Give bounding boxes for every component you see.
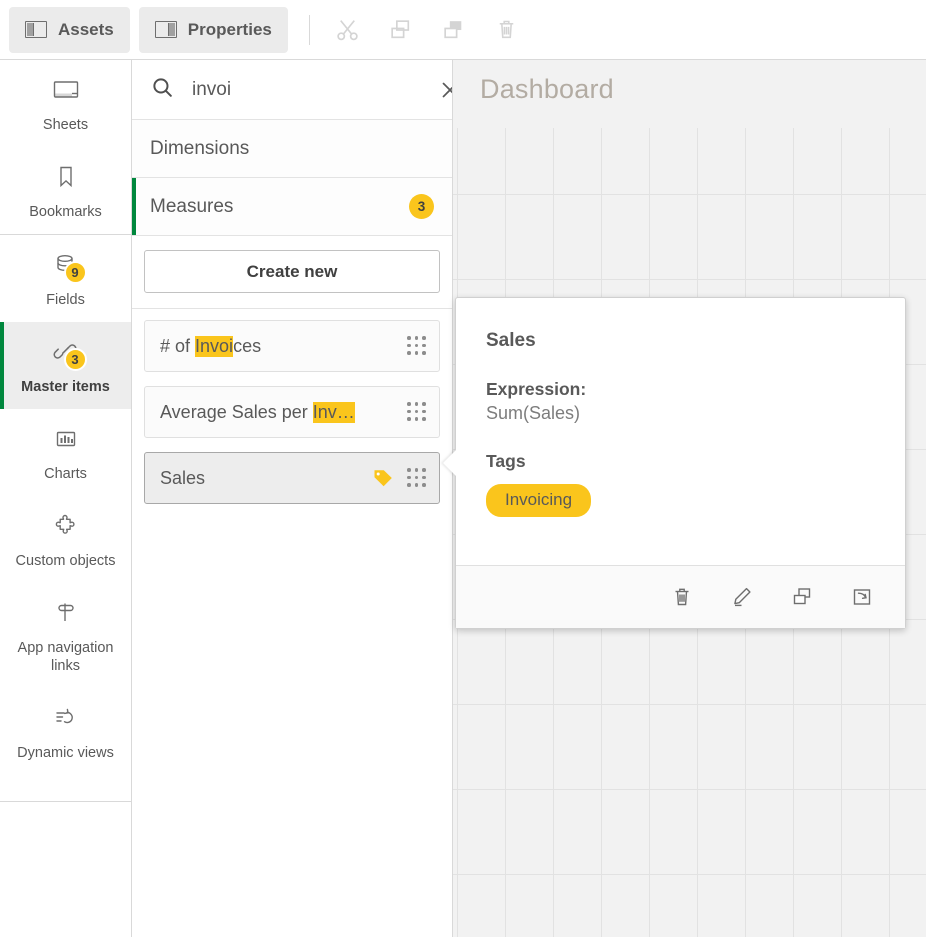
sidebar-item-custom-objects[interactable]: Custom objects xyxy=(0,496,131,583)
list-item[interactable]: Average Sales per Inv… xyxy=(144,386,440,438)
list-item[interactable]: # of Invoices xyxy=(144,320,440,372)
sidebar-label-custom-objects: Custom objects xyxy=(16,552,116,570)
search-icon xyxy=(150,75,175,105)
delete-button[interactable] xyxy=(480,8,533,52)
measures-list: # of Invoices Average Sales per Inv… Sal… xyxy=(132,309,452,504)
edit-measure-button[interactable] xyxy=(723,578,761,616)
sidebar-label-master-items: Master items xyxy=(21,378,110,396)
assets-toggle-button[interactable]: Assets xyxy=(9,7,130,53)
measure-detail-popover: Sales Expression: Sum(Sales) Tags Invoic… xyxy=(455,297,906,629)
toolbar-divider xyxy=(309,15,310,45)
link-icon: 3 xyxy=(44,334,88,370)
list-item[interactable]: Sales xyxy=(144,452,440,504)
rail-divider-2 xyxy=(0,801,131,802)
copy-icon xyxy=(388,17,413,42)
sidebar-item-sheets[interactable]: Sheets xyxy=(0,60,131,147)
drag-handle-icon[interactable] xyxy=(407,468,427,488)
tags-list: Invoicing xyxy=(486,484,875,517)
sidebar-label-charts: Charts xyxy=(44,465,87,483)
flag-icon xyxy=(44,595,88,631)
sidebar-item-fields[interactable]: 9 Fields xyxy=(0,235,131,322)
dynamic-views-icon xyxy=(44,700,88,736)
section-dimensions[interactable]: Dimensions xyxy=(132,120,452,178)
copy-button[interactable] xyxy=(374,8,427,52)
pencil-icon xyxy=(730,585,754,609)
tags-label: Tags xyxy=(486,451,875,472)
delete-measure-button[interactable] xyxy=(663,578,701,616)
properties-toggle-button[interactable]: Properties xyxy=(139,7,288,53)
section-measures[interactable]: Measures 3 xyxy=(132,178,452,236)
bookmark-icon xyxy=(44,159,88,195)
sidebar-label-bookmarks: Bookmarks xyxy=(29,203,102,221)
measure-name: Sales xyxy=(160,468,372,489)
sidebar-label-dynamic-views: Dynamic views xyxy=(17,744,114,762)
expression-label: Expression: xyxy=(486,379,875,400)
drag-handle-icon[interactable] xyxy=(407,336,427,356)
sidebar-item-bookmarks[interactable]: Bookmarks xyxy=(0,147,131,234)
search-match-highlight: Invoi xyxy=(195,336,233,357)
add-to-sheet-button[interactable] xyxy=(843,578,881,616)
sheets-icon xyxy=(44,72,88,108)
master-items-badge: 3 xyxy=(64,348,87,371)
search-row xyxy=(132,60,452,120)
create-new-wrap: Create new xyxy=(132,236,452,309)
paste-icon xyxy=(441,17,466,42)
popover-body: Sales Expression: Sum(Sales) Tags Invoic… xyxy=(456,298,905,517)
properties-panel-icon xyxy=(155,21,177,38)
sidebar-label-fields: Fields xyxy=(46,291,85,309)
bar-chart-icon xyxy=(44,421,88,457)
duplicate-icon xyxy=(790,585,814,609)
assets-panel-icon xyxy=(25,21,47,38)
page-title: Dashboard xyxy=(480,74,614,105)
measure-name: # of Invoices xyxy=(160,336,407,357)
top-toolbar: Assets Properties xyxy=(0,0,926,60)
section-label-dimensions: Dimensions xyxy=(150,138,249,160)
search-input[interactable] xyxy=(192,79,437,101)
tag-icon xyxy=(372,467,394,489)
measure-name: Average Sales per Inv… xyxy=(160,402,407,423)
fields-badge: 9 xyxy=(64,261,87,284)
cut-button[interactable] xyxy=(321,8,374,52)
qlik-sense-editor: Assets Properties xyxy=(0,0,926,937)
sidebar-item-dynamic-views[interactable]: Dynamic views xyxy=(0,688,131,775)
assets-toggle-label: Assets xyxy=(58,20,114,40)
close-icon xyxy=(440,80,453,100)
database-icon: 9 xyxy=(44,247,88,283)
search-match-highlight: Inv… xyxy=(313,402,355,423)
sidebar-item-charts[interactable]: Charts xyxy=(0,409,131,496)
clear-search-button[interactable] xyxy=(437,77,453,103)
sidebar-label-app-navigation-links: App navigation links xyxy=(10,639,122,675)
puzzle-icon xyxy=(44,508,88,544)
popover-footer xyxy=(456,565,905,628)
paste-button[interactable] xyxy=(427,8,480,52)
properties-toggle-label: Properties xyxy=(188,20,272,40)
section-label-measures: Measures xyxy=(150,196,233,218)
assets-panel: Dimensions Measures 3 Create new # of In… xyxy=(132,60,453,937)
popover-pointer xyxy=(443,450,456,476)
popover-title: Sales xyxy=(486,330,875,352)
left-rail: Sheets Bookmarks 9 Fields xyxy=(0,60,132,937)
trash-icon xyxy=(670,585,694,609)
expression-value: Sum(Sales) xyxy=(486,403,875,424)
duplicate-measure-button[interactable] xyxy=(783,578,821,616)
measures-count-badge: 3 xyxy=(409,194,434,219)
drag-handle-icon[interactable] xyxy=(407,402,427,422)
trash-icon xyxy=(494,17,519,42)
tag-chip: Invoicing xyxy=(486,484,591,517)
add-to-sheet-icon xyxy=(850,585,874,609)
sidebar-item-master-items[interactable]: 3 Master items xyxy=(0,322,131,409)
sidebar-label-sheets: Sheets xyxy=(43,116,88,134)
sidebar-item-app-navigation-links[interactable]: App navigation links xyxy=(0,583,131,688)
cut-icon xyxy=(335,17,360,42)
create-new-button[interactable]: Create new xyxy=(144,250,440,293)
